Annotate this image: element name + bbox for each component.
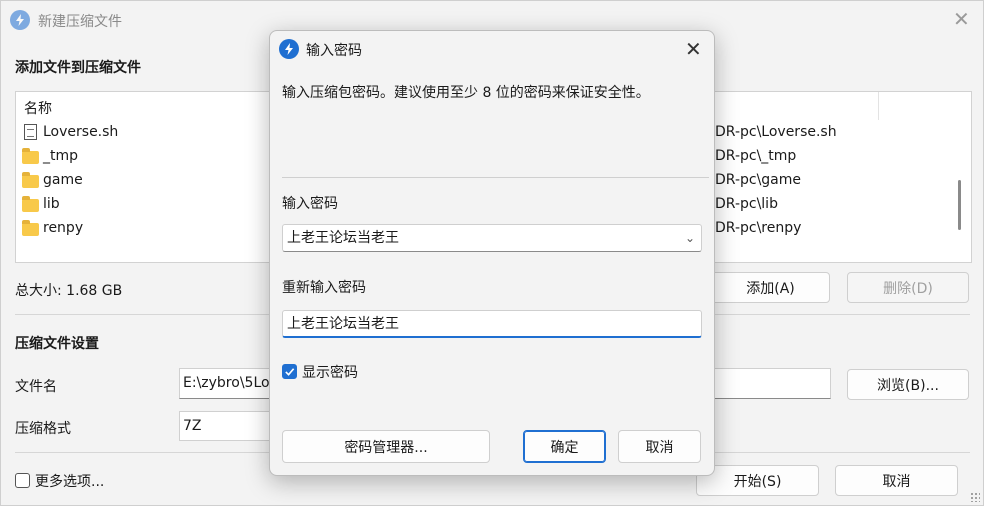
password-combo[interactable]: 上老王论坛当老王 ⌄ [282, 224, 702, 252]
ok-button[interactable]: 确定 [523, 430, 606, 463]
resize-grip[interactable] [970, 492, 980, 502]
add-files-heading: 添加文件到压缩文件 [15, 60, 141, 76]
format-select[interactable]: 7Z [179, 411, 279, 441]
chevron-down-icon[interactable]: ⌄ [685, 225, 695, 251]
list-item[interactable]: game [22, 169, 83, 191]
password-label: 输入密码 [282, 196, 338, 212]
folder-icon [22, 220, 39, 236]
checkmark-icon [285, 368, 295, 376]
list-item-path: DR-pc\lib [715, 196, 778, 212]
window-title: 新建压缩文件 [38, 14, 122, 30]
column-header-name[interactable]: 名称 [24, 98, 52, 118]
password-dialog: 输入密码 ✕ 输入压缩包密码。建议使用至少 8 位的密码来保证安全性。 输入密码… [269, 30, 715, 476]
more-options-label[interactable]: 更多选项... [35, 471, 104, 491]
divider [282, 177, 709, 178]
show-password-label[interactable]: 显示密码 [302, 362, 358, 382]
more-options-checkbox[interactable] [15, 473, 30, 488]
list-item-name: _tmp [43, 148, 79, 164]
dialog-description: 输入压缩包密码。建议使用至少 8 位的密码来保证安全性。 [282, 85, 650, 101]
app-icon [10, 10, 30, 30]
close-icon[interactable]: ✕ [953, 9, 970, 29]
password-manager-button[interactable]: 密码管理器... [282, 430, 490, 463]
column-separator [878, 92, 879, 120]
list-item-name: lib [43, 196, 60, 212]
total-size: 总大小: 1.68 GB [15, 283, 123, 299]
add-button[interactable]: 添加(A) [711, 272, 830, 303]
close-icon[interactable]: ✕ [685, 39, 702, 59]
folder-icon [22, 172, 39, 188]
file-icon [22, 124, 38, 140]
delete-button[interactable]: 删除(D) [847, 272, 969, 303]
filename-label: 文件名 [15, 379, 57, 395]
browse-button[interactable]: 浏览(B)... [847, 369, 969, 400]
list-item-path: DR-pc\_tmp [715, 148, 797, 164]
password-value: 上老王论坛当老王 [287, 230, 399, 246]
list-item-name: game [43, 172, 83, 188]
list-item[interactable]: renpy [22, 217, 83, 239]
reenter-label: 重新输入密码 [282, 280, 366, 296]
folder-icon [22, 148, 39, 164]
scrollbar[interactable] [958, 180, 961, 230]
settings-heading: 压缩文件设置 [15, 336, 99, 352]
format-label: 压缩格式 [15, 421, 71, 437]
list-item-path: DR-pc\renpy [715, 220, 802, 236]
cancel-button[interactable]: 取消 [835, 465, 958, 496]
dialog-title: 输入密码 [306, 43, 362, 59]
show-password-checkbox[interactable] [282, 364, 297, 379]
list-item-path: DR-pc\Loverse.sh [715, 124, 837, 140]
reenter-password-input[interactable]: 上老王论坛当老王 [282, 310, 702, 338]
list-item-name: Loverse.sh [43, 124, 119, 140]
list-item[interactable]: lib [22, 193, 60, 215]
list-item-path: DR-pc\game [715, 172, 802, 188]
list-item-name: renpy [43, 220, 84, 236]
app-icon [279, 39, 299, 59]
folder-icon [22, 196, 39, 212]
dialog-cancel-button[interactable]: 取消 [618, 430, 701, 463]
list-item[interactable]: Loverse.sh [22, 121, 118, 143]
list-item[interactable]: _tmp [22, 145, 78, 167]
